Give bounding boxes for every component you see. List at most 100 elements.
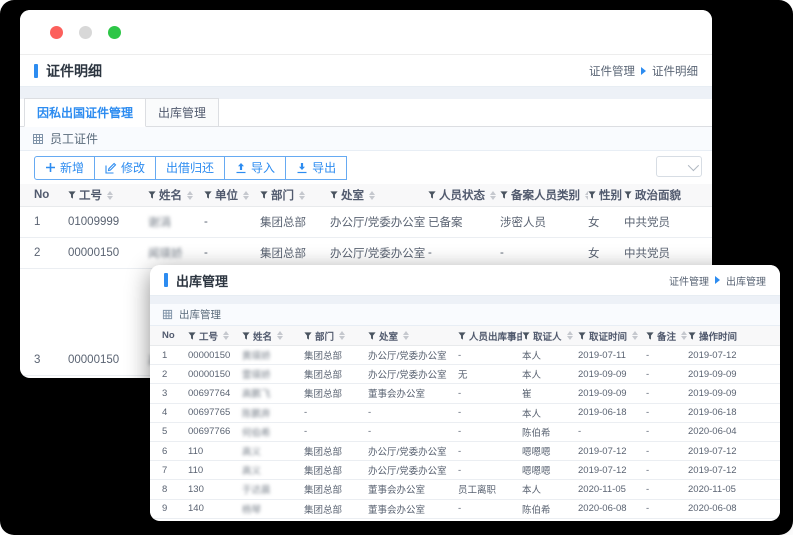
filter-funnel-icon[interactable] xyxy=(242,331,250,340)
column-header: No xyxy=(34,189,68,201)
column-header[interactable]: 备注 xyxy=(646,329,688,343)
filter-funnel-icon[interactable] xyxy=(68,191,76,199)
column-header[interactable]: 取证时间 xyxy=(578,329,646,343)
table-cell: 2019-09-09 xyxy=(688,368,737,380)
table-row: 1 01009999 谢涓 - 集团总部 办公厅/党委办公室 已备案 涉密人员 女 中共党员 xyxy=(20,207,712,238)
table-cell: 员工离职 xyxy=(458,485,497,497)
table-cell: 6 xyxy=(162,445,168,457)
filter-funnel-icon[interactable] xyxy=(188,331,196,340)
filter-funnel-icon[interactable] xyxy=(330,191,338,199)
filter-funnel-icon[interactable] xyxy=(148,191,156,199)
table-cell: - xyxy=(458,503,462,515)
column-header[interactable]: 处室 xyxy=(368,329,458,343)
minimize-window-icon[interactable] xyxy=(79,25,92,39)
column-header[interactable]: 政治面貌 xyxy=(624,187,698,203)
table-cell: - xyxy=(458,349,462,361)
page-title: 出库管理 xyxy=(176,273,229,289)
filter-funnel-icon[interactable] xyxy=(688,331,696,340)
filter-funnel-icon[interactable] xyxy=(646,331,654,340)
column-header[interactable]: 性别 xyxy=(588,187,624,203)
import-button[interactable]: 导入 xyxy=(224,155,287,180)
table-cell: - xyxy=(458,387,462,399)
sort-carets-icon[interactable] xyxy=(681,331,688,340)
sort-carets-icon[interactable] xyxy=(187,190,193,200)
column-header[interactable]: 取证人 xyxy=(522,329,578,343)
column-header[interactable]: 工号 xyxy=(68,187,148,203)
table-cell: 办公厅/党委办公室 xyxy=(368,466,447,478)
column-label: No xyxy=(162,330,175,341)
sort-carets-icon[interactable] xyxy=(243,190,249,200)
add-button[interactable]: 新增 xyxy=(34,155,96,180)
column-label: 单位 xyxy=(215,190,238,202)
sort-carets-icon[interactable] xyxy=(339,331,346,340)
export-button[interactable]: 导出 xyxy=(285,155,348,180)
filter-funnel-icon[interactable] xyxy=(522,331,530,340)
sort-carets-icon[interactable] xyxy=(632,331,639,340)
title-marker xyxy=(34,63,38,78)
filter-funnel-icon[interactable] xyxy=(500,191,508,199)
column-label: 取证时间 xyxy=(589,331,628,343)
sort-carets-icon[interactable] xyxy=(107,190,113,200)
table-cell: 高义 xyxy=(242,447,262,459)
filter-funnel-icon[interactable] xyxy=(428,191,436,199)
column-header[interactable]: 部门 xyxy=(304,329,368,343)
column-header[interactable]: 工号 xyxy=(188,329,242,343)
edit-button[interactable]: 修改 xyxy=(94,155,157,180)
maximize-window-icon[interactable] xyxy=(108,25,121,39)
table-cell: 2020-11-05 xyxy=(688,483,736,495)
column-header[interactable]: 单位 xyxy=(204,187,260,203)
table-cell: 00697764 xyxy=(188,387,231,399)
column-header[interactable]: 操作时间 xyxy=(688,329,768,343)
lend-return-button[interactable]: 出借归还 xyxy=(155,155,226,180)
table-cell: - xyxy=(578,426,582,438)
column-header[interactable]: 姓名 xyxy=(242,329,304,343)
column-header[interactable]: 人员状态 xyxy=(428,187,500,203)
table-header-row: No 工号 姓名 部门 处室 人员出库事由 取证人 取证时间 备注 操作时间 xyxy=(150,326,780,346)
table-row: 2 00000150 雷瑛娇 集团总部 办公厅/党委办公室无 本人 2019-09-09 - 2… xyxy=(150,365,780,385)
table-cell: 2019-07-12 xyxy=(688,349,737,361)
toolbar: 新增 修改 出借归还 导入 导出 xyxy=(20,151,712,184)
table-cell: 办公厅/党委办公室 xyxy=(330,248,426,260)
column-header[interactable]: 姓名 xyxy=(148,187,204,203)
column-label: 性别 xyxy=(599,190,622,202)
filter-funnel-icon[interactable] xyxy=(578,331,586,340)
table-cell: 2 xyxy=(34,247,41,259)
table-cell: - xyxy=(458,445,462,457)
sort-carets-icon[interactable] xyxy=(566,331,573,340)
column-header[interactable]: 备案人员类别 xyxy=(500,187,588,203)
breadcrumb-parent[interactable]: 证件管理 xyxy=(589,63,635,79)
sort-carets-icon[interactable] xyxy=(277,331,284,340)
filter-funnel-icon[interactable] xyxy=(304,331,312,340)
table-grid-icon xyxy=(32,133,44,145)
filter-funnel-icon[interactable] xyxy=(260,191,268,199)
table-cell: - xyxy=(646,426,650,438)
table-cell: 本人 xyxy=(522,485,542,497)
table-cell: - xyxy=(204,247,208,259)
column-header[interactable]: 处室 xyxy=(330,187,428,203)
section-header-employee-certs: 员工证件 xyxy=(20,127,712,151)
table-cell: - xyxy=(646,464,650,476)
close-window-icon[interactable] xyxy=(50,25,63,39)
filter-funnel-icon[interactable] xyxy=(624,191,632,199)
tab-outbound-mgmt[interactable]: 出库管理 xyxy=(146,98,220,127)
filter-funnel-icon[interactable] xyxy=(458,331,466,340)
tab-private-exit-cert-mgmt[interactable]: 因私出国证件管理 xyxy=(24,98,147,127)
table-cell: - xyxy=(646,349,650,361)
sort-carets-icon[interactable] xyxy=(369,190,375,200)
column-label: 备注 xyxy=(657,331,677,343)
filter-select[interactable] xyxy=(656,156,702,177)
sort-carets-icon[interactable] xyxy=(299,190,305,200)
table-cell: 1 xyxy=(34,216,41,228)
breadcrumb-parent[interactable]: 证件管理 xyxy=(669,273,709,288)
filter-funnel-icon[interactable] xyxy=(588,191,596,199)
table-cell: 陈伯希 xyxy=(522,504,551,516)
column-header[interactable]: 人员出库事由 xyxy=(458,329,522,343)
filter-funnel-icon[interactable] xyxy=(368,331,376,340)
sort-carets-icon[interactable] xyxy=(223,331,230,340)
filter-funnel-icon[interactable] xyxy=(204,191,212,199)
table-cell: - xyxy=(458,426,462,438)
table-cell: 4 xyxy=(162,407,168,419)
sort-carets-icon[interactable] xyxy=(490,190,496,200)
column-header[interactable]: 部门 xyxy=(260,187,330,203)
sort-carets-icon[interactable] xyxy=(403,331,410,340)
